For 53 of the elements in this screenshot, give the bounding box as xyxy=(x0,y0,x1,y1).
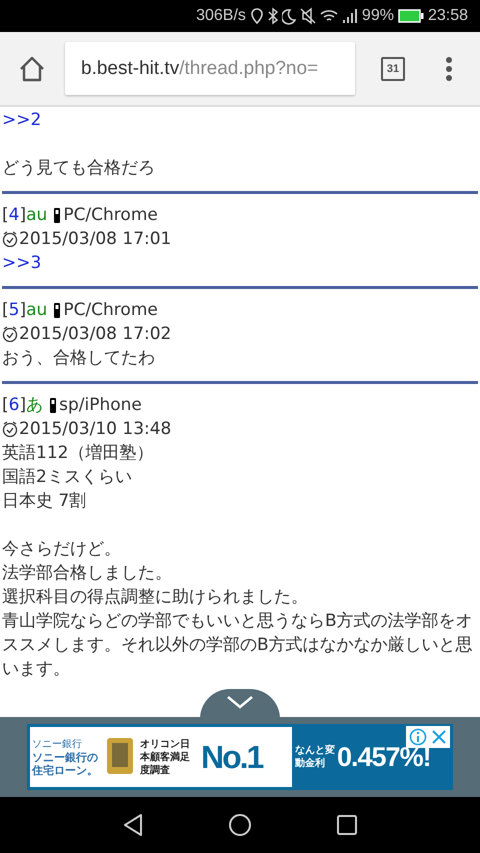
post-number[interactable]: [6] xyxy=(2,393,26,417)
mute-icon xyxy=(300,7,316,25)
post-text: 青山学院ならどの学部でもいいと思うならB方式の法学部をオススメします。それ以外の学部のB方式はなかなか厳しいと思います。 xyxy=(2,610,474,681)
post-text: 英語112（増田塾） xyxy=(2,442,154,465)
reply-link[interactable]: >>2 xyxy=(2,108,478,132)
network-speed: 306B/s xyxy=(196,7,246,25)
post-text: おう、合格してたわ xyxy=(2,347,156,370)
clock-icon xyxy=(2,231,18,247)
post-date: 2015/03/08 17:02 xyxy=(19,323,172,346)
menu-icon[interactable] xyxy=(445,56,453,82)
close-icon[interactable] xyxy=(431,729,447,745)
post-number[interactable]: [5] xyxy=(2,298,26,322)
clock-icon xyxy=(2,326,18,342)
battery-icon xyxy=(398,9,424,23)
bluetooth-icon xyxy=(268,7,278,25)
phone-icon xyxy=(53,208,62,222)
post-text: 法学部合格しました。 xyxy=(2,562,173,585)
post-text: 選択科目の得点調整に助けられました。 xyxy=(2,586,309,609)
moon-icon xyxy=(282,7,296,25)
device-name: PC/Chrome xyxy=(63,204,158,227)
signal-icon xyxy=(342,7,358,25)
carrier-name: あ xyxy=(26,394,44,417)
ad-brand: ソニー銀行 xyxy=(32,738,83,751)
ad-rate-label: なんと変動金利 xyxy=(295,744,335,770)
ad-survey-text: オリコン日本顧客満足度調査 xyxy=(140,738,191,776)
back-icon[interactable] xyxy=(122,813,144,837)
carrier-name: au xyxy=(26,204,48,227)
recents-icon[interactable] xyxy=(336,814,358,836)
ad-rank: No.1 xyxy=(201,738,262,776)
battery-percent: 99% xyxy=(362,7,394,25)
info-icon[interactable] xyxy=(409,728,427,746)
device-name: sp/iPhone xyxy=(59,394,142,417)
post-text: 国語2ミスくらい xyxy=(2,466,133,489)
post-text: 今さらだけど。 xyxy=(2,538,122,561)
phone-icon xyxy=(53,302,62,318)
chevron-down-icon[interactable] xyxy=(226,695,254,709)
post-date: 2015/03/08 17:01 xyxy=(19,228,172,251)
post-number[interactable]: [4] xyxy=(2,203,26,227)
clock-icon xyxy=(2,421,18,437)
post-text: どう見ても合格だろ xyxy=(2,157,156,180)
device-name: PC/Chrome xyxy=(63,299,158,322)
clock: 23:58 xyxy=(428,7,468,25)
location-icon xyxy=(250,7,264,25)
reply-link[interactable]: >>3 xyxy=(2,251,478,275)
ad-rate: 0.457%! xyxy=(337,742,431,772)
carrier-name: au xyxy=(26,299,48,322)
home-icon[interactable] xyxy=(228,813,252,837)
post-date: 2015/03/10 13:48 xyxy=(19,418,172,441)
ad-headline: ソニー銀行の住宅ローン。 xyxy=(32,751,99,777)
tab-count-button[interactable]: 31 xyxy=(381,56,405,80)
post-text: 日本史 7割 xyxy=(2,490,88,513)
url-field[interactable]: b.best-hit.tv/thread.php?no= xyxy=(65,42,355,95)
phone-icon xyxy=(49,398,58,412)
